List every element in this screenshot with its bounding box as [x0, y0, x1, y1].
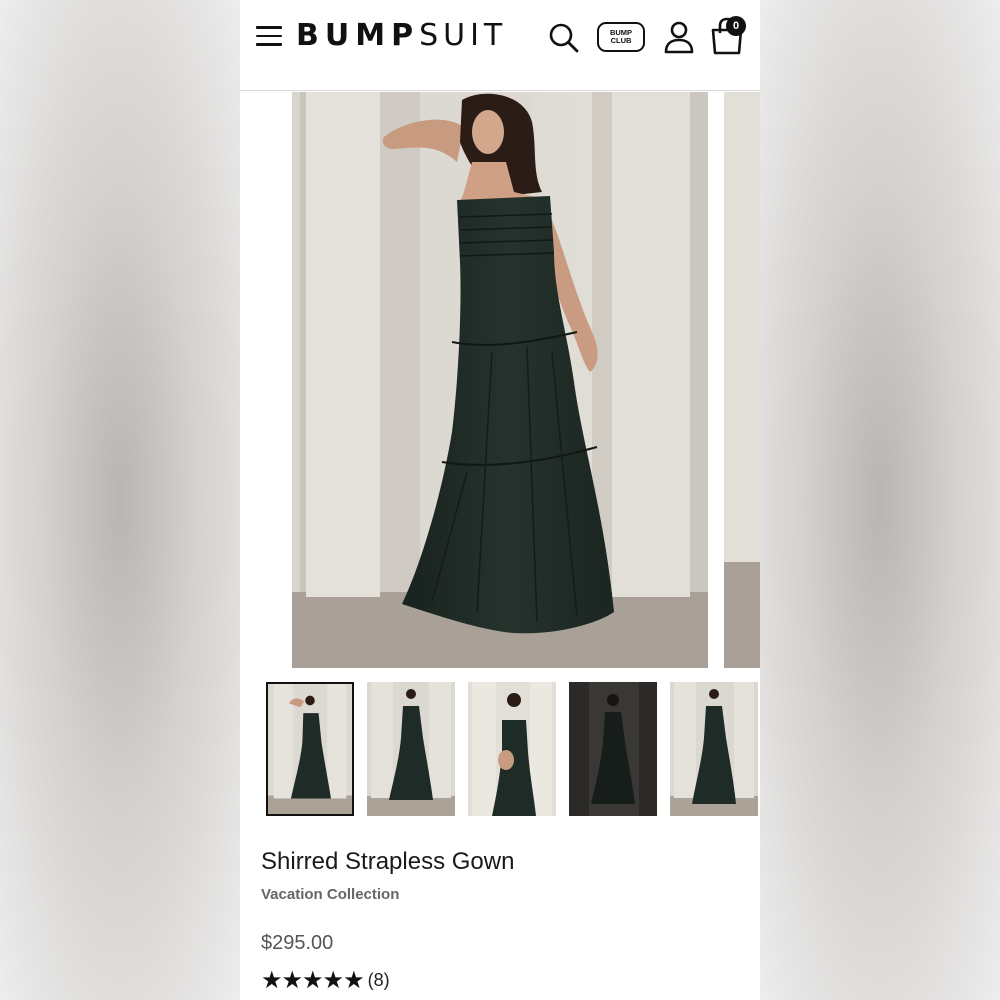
product-rating[interactable]: ★★★★★ (8): [261, 966, 390, 994]
logo-light-text: SUIT: [419, 18, 508, 53]
search-icon[interactable]: [548, 22, 580, 54]
thumbnail-3-illustration: [468, 682, 556, 816]
thumbnail-3[interactable]: [468, 682, 556, 816]
thumbnail-5-illustration: [670, 682, 758, 816]
thumbnail-1-illustration: [268, 684, 352, 814]
thumbnail-1[interactable]: [266, 682, 354, 816]
site-header: BUMPSUIT BUMP CLUB 0: [240, 0, 760, 91]
brand-logo[interactable]: BUMPSUIT: [296, 18, 507, 54]
right-blurred-background: [760, 0, 1000, 1000]
cart-count-badge: 0: [726, 16, 746, 36]
bump-club-line2: CLUB: [610, 36, 632, 45]
product-page: BUMPSUIT BUMP CLUB 0 Shirred Strapless G…: [240, 0, 760, 1000]
thumbnail-4[interactable]: [569, 682, 657, 816]
menu-icon[interactable]: [256, 26, 282, 48]
thumbnail-5[interactable]: [670, 682, 758, 816]
product-main-image[interactable]: [292, 92, 708, 668]
product-title: Shirred Strapless Gown: [261, 848, 515, 875]
thumbnail-strip: [266, 682, 760, 816]
left-blurred-background: [0, 0, 240, 1000]
user-icon[interactable]: [662, 20, 696, 54]
next-product-image-peek[interactable]: [724, 92, 760, 668]
product-collection[interactable]: Vacation Collection: [261, 886, 399, 903]
product-photo-illustration: [292, 92, 708, 668]
review-count: (8): [367, 970, 390, 990]
peek-photo-illustration: [724, 92, 760, 668]
thumbnail-2[interactable]: [367, 682, 455, 816]
thumbnail-4-illustration: [569, 682, 657, 816]
star-rating-icons: ★★★★★: [261, 967, 365, 994]
product-price: $295.00: [261, 932, 334, 954]
bump-club-button[interactable]: BUMP CLUB: [597, 22, 645, 52]
thumbnail-2-illustration: [367, 682, 455, 816]
logo-bold-text: BUMP: [296, 18, 420, 53]
